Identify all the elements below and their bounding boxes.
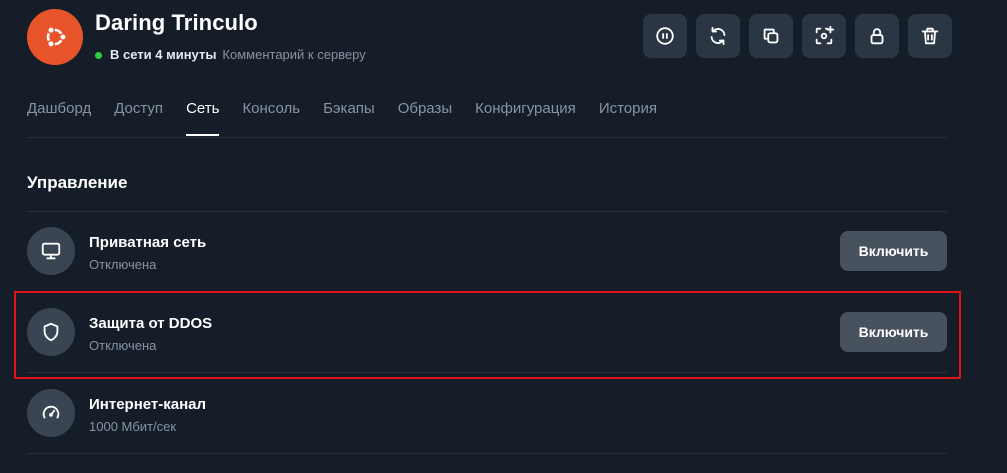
tab-history[interactable]: История — [599, 99, 657, 136]
enable-private-network-button[interactable]: Включить — [840, 231, 947, 271]
server-comment-link[interactable]: Комментарий к серверу — [222, 46, 365, 64]
server-tabs: Дашборд Доступ Сеть Консоль Бэкапы Образ… — [27, 99, 680, 136]
internet-channel-icon-wrap — [27, 389, 75, 437]
enable-ddos-protection-button[interactable]: Включить — [840, 312, 947, 352]
ddos-protection-title: Защита от DDOS — [89, 315, 213, 332]
tabs-divider — [27, 137, 947, 138]
server-actions-toolbar — [643, 14, 952, 58]
online-status-dot — [95, 51, 102, 59]
trash-icon — [921, 27, 939, 45]
online-status-text: В сети 4 минуты — [110, 47, 217, 62]
delete-button[interactable] — [908, 14, 952, 58]
speedometer-icon — [42, 405, 60, 419]
ddos-protection-icon-wrap — [27, 308, 75, 356]
row-divider — [27, 453, 947, 454]
internet-channel-title: Интернет-канал — [89, 396, 207, 413]
server-title: Daring Trinculo — [95, 10, 258, 35]
ddos-protection-status: Отключена — [89, 338, 157, 353]
tab-access[interactable]: Доступ — [114, 99, 163, 136]
tab-configuration[interactable]: Конфигурация — [475, 99, 576, 136]
ubuntu-logo-icon — [46, 26, 67, 48]
pause-icon — [656, 27, 674, 45]
server-status-line: В сети 4 минуты Комментарий к серверу — [95, 46, 366, 64]
monitor-icon — [41, 242, 61, 260]
server-avatar — [27, 9, 83, 65]
tab-network[interactable]: Сеть — [186, 99, 220, 136]
ddos-protection-row: Защита от DDOS Отключена Включить — [27, 292, 947, 372]
clone-button[interactable] — [749, 14, 793, 58]
internet-channel-speed: 1000 Мбит/сек — [89, 419, 177, 434]
restart-button[interactable] — [696, 14, 740, 58]
private-network-row: Приватная сеть Отключена Включить — [27, 211, 947, 291]
snapshot-icon — [815, 25, 835, 45]
tab-backups[interactable]: Бэкапы — [323, 99, 375, 136]
tab-images[interactable]: Образы — [398, 99, 452, 136]
copy-icon — [763, 28, 779, 44]
server-network-page: Daring Trinculo В сети 4 минуты Коммента… — [0, 0, 1007, 473]
refresh-icon — [710, 26, 726, 46]
private-network-status: Отключена — [89, 257, 157, 272]
internet-channel-row: Интернет-канал 1000 Мбит/сек — [27, 373, 947, 453]
lock-button[interactable] — [855, 14, 899, 58]
management-section-title: Управление — [27, 173, 128, 192]
shield-icon — [43, 322, 59, 342]
snapshot-button[interactable] — [802, 14, 846, 58]
private-network-title: Приватная сеть — [89, 234, 207, 251]
lock-icon — [870, 28, 884, 45]
pause-button[interactable] — [643, 14, 687, 58]
tab-console[interactable]: Консоль — [242, 99, 300, 136]
tab-dashboard[interactable]: Дашборд — [27, 99, 91, 136]
private-network-icon-wrap — [27, 227, 75, 275]
